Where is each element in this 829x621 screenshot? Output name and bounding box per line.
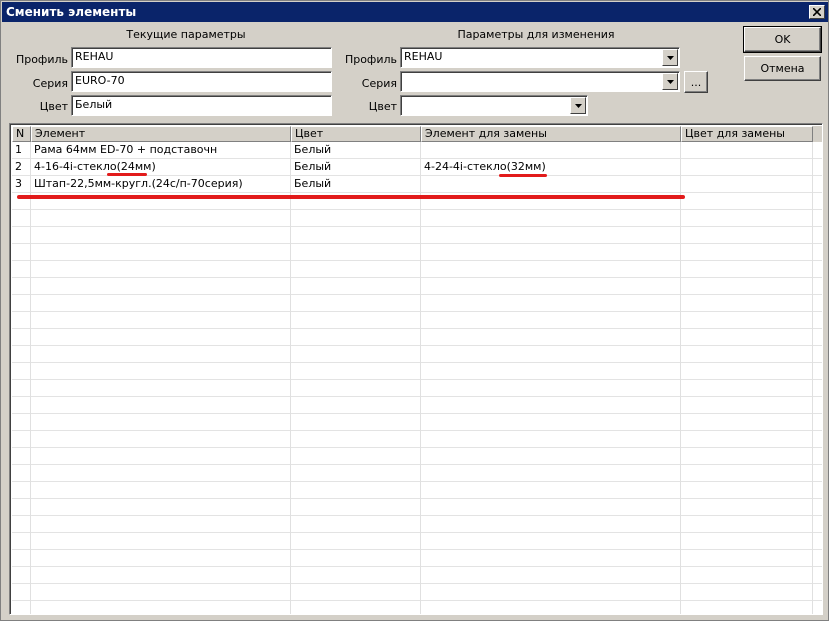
chevron-down-icon [574,103,582,108]
cell-n: 1 [15,143,22,156]
annotation-underline-32mm [499,174,547,177]
cell-replace-element [421,142,681,159]
series-browse-button[interactable]: ... [684,71,708,93]
cell-replace-element: 4-24-4i-стекло(32мм) [424,160,546,173]
cancel-button[interactable]: Отмена [744,56,821,81]
column-header-n[interactable]: N [12,126,31,142]
cell-n: 2 [15,160,22,173]
target-series-dropdown-button[interactable] [662,73,678,90]
current-series-label: Серия [32,77,68,90]
grid-divider [812,126,813,614]
grid-divider [290,126,291,614]
current-profile-label: Профиль [15,53,68,66]
grid-header: N Элемент Цвет Элемент для замены Цвет д… [12,126,822,142]
title-bar: Сменить элементы [2,2,828,22]
cell-replace-color [681,159,813,176]
cell-n: 3 [15,177,22,190]
cell-color: Белый [294,177,332,190]
column-header-color[interactable]: Цвет [291,126,421,142]
grid-divider [680,126,681,614]
cell-element: 4-16-4i-стекло(24мм) [34,160,156,173]
annotation-underline-row3 [17,195,685,199]
replace-elements-dialog: Сменить элементы Текущие параметры Профи… [0,0,829,621]
current-profile-field[interactable]: REHAU [71,47,332,68]
cell-color: Белый [294,160,332,173]
cell-color: Белый [294,143,332,156]
current-series-field[interactable]: EURO-70 [71,71,332,92]
current-color-label: Цвет [39,100,68,113]
table-row[interactable]: 3 Штап-22,5мм-кругл.(24с/п-70серия) Белы… [12,176,822,193]
column-header-replace-color[interactable]: Цвет для замены [681,126,813,142]
target-params-title: Параметры для изменения [457,28,615,41]
window-title: Сменить элементы [6,5,137,19]
ok-button[interactable]: OK [743,26,822,53]
target-series-label: Серия [361,77,397,90]
cell-replace-color [681,176,813,193]
cell-element: Рама 64мм ED-70 + подставочн [34,143,218,156]
target-profile-value: REHAU [404,50,443,63]
current-color-field[interactable]: Белый [71,95,332,116]
grid-divider [30,126,31,614]
target-series-select[interactable] [400,71,680,92]
target-color-dropdown-button[interactable] [570,97,586,114]
current-params-title: Текущие параметры [126,28,246,41]
target-color-select[interactable] [400,95,588,116]
grid-background [12,126,822,614]
cell-replace-color [681,142,813,159]
column-header-replace-element[interactable]: Элемент для замены [421,126,681,142]
target-color-label: Цвет [368,100,397,113]
annotation-underline-24mm [107,173,147,176]
close-icon [813,8,821,16]
chevron-down-icon [666,55,674,60]
target-profile-select[interactable]: REHAU [400,47,680,68]
table-row[interactable]: 1 Рама 64мм ED-70 + подставочн Белый [12,142,822,159]
cell-replace-element [421,176,681,193]
target-profile-dropdown-button[interactable] [662,49,678,66]
target-profile-label: Профиль [344,53,397,66]
cell-element: Штап-22,5мм-кругл.(24с/п-70серия) [34,177,243,190]
chevron-down-icon [666,79,674,84]
close-button[interactable] [809,5,825,19]
column-header-element[interactable]: Элемент [31,126,291,142]
grid-divider [420,126,421,614]
